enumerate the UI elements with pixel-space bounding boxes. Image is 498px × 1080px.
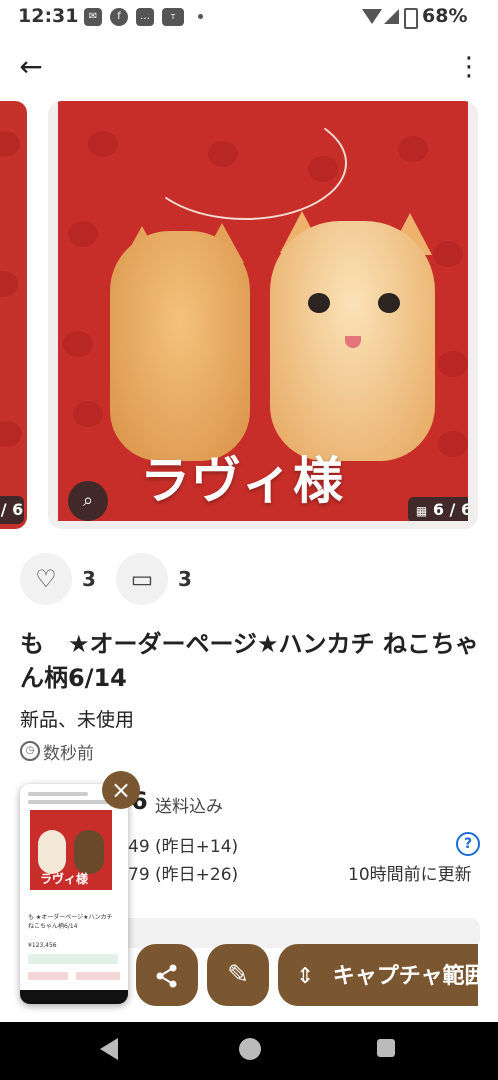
thumb-title: も ★オーダーページ★ハンカチ ねこちゃん柄6/14: [28, 914, 113, 930]
signal-icon: [384, 9, 399, 24]
share-button[interactable]: [136, 944, 198, 1006]
nav-home-icon[interactable]: [239, 1038, 261, 1060]
shipping-label: 送料込み: [155, 797, 223, 817]
notification-dot-icon: [198, 14, 203, 19]
image-caption: ラヴィ様: [140, 452, 344, 510]
edit-button[interactable]: ✎: [207, 944, 269, 1006]
comment-count: 3: [178, 567, 192, 591]
product-photo: ラヴィ様 ⌕ ▦ 6 / 6: [58, 101, 468, 521]
status-time: 12:31: [18, 5, 79, 27]
clock-icon: ◷: [20, 741, 40, 761]
like-count: 3: [82, 567, 96, 591]
kitten-eye: [378, 293, 400, 313]
item-title: も ★オーダーページ★ハンカチ ねこちゃん柄6/14: [20, 630, 479, 692]
thumb-button: [28, 972, 68, 980]
heart-icon: ♡: [35, 565, 57, 593]
paw-print-decoration: [0, 421, 22, 447]
screenshot-preview-thumbnail[interactable]: ラヴィ様 も ★オーダーページ★ハンカチ ねこちゃん柄6/14 ¥123,456: [20, 784, 128, 1004]
paw-print-decoration: [398, 136, 428, 162]
paw-print-decoration: [438, 351, 468, 377]
paw-print-decoration: [433, 241, 463, 267]
pencil-icon: ✎: [227, 960, 249, 990]
kitten-eye: [308, 293, 330, 313]
kitten-back-figure: [110, 231, 250, 461]
back-arrow-icon[interactable]: ←: [14, 52, 48, 84]
thumb-cat-figure: [74, 830, 104, 874]
item-condition: 新品、未使用: [20, 709, 135, 731]
previous-image[interactable]: [0, 101, 27, 529]
paw-print-decoration: [63, 331, 93, 357]
grid-icon: ▦: [415, 504, 428, 518]
image-counter-badge: ▦ 6 / 6: [408, 497, 468, 521]
paw-print-decoration: [73, 401, 103, 427]
thumb-status-line: [28, 792, 88, 796]
thumb-notice: [28, 954, 118, 964]
help-icon[interactable]: ?: [456, 832, 480, 856]
paw-print-decoration: [88, 131, 118, 157]
thumb-cat-figure: [38, 830, 66, 874]
capture-area-button[interactable]: ⇕ キャプチャ範囲: [278, 944, 478, 1006]
capture-area-label: キャプチャ範囲: [332, 964, 478, 989]
temu-icon: T: [162, 8, 184, 26]
battery-icon: [404, 8, 418, 29]
expand-vertical-icon: ⇕: [296, 964, 315, 989]
thumb-navbar: [20, 990, 128, 1004]
views-stat: 49 (昨日+14): [128, 837, 239, 857]
nav-back-icon[interactable]: [100, 1038, 118, 1060]
more-options-icon[interactable]: ⋮: [455, 52, 483, 84]
nav-recents-icon[interactable]: [377, 1039, 395, 1057]
paw-print-decoration: [68, 221, 98, 247]
paw-print-decoration: [438, 431, 468, 457]
image-counter-text: 6 / 6: [432, 500, 468, 519]
thumb-button: [76, 972, 120, 980]
facebook-icon: f: [110, 8, 128, 26]
paw-print-decoration: [0, 271, 18, 297]
comment-button[interactable]: ▭: [116, 553, 168, 605]
battery-percent: 68%: [422, 5, 468, 27]
product-image[interactable]: ラヴィ様 ⌕ ▦ 6 / 6: [48, 101, 478, 529]
posted-time: 数秒前: [43, 744, 94, 764]
previous-image-counter: / 6: [0, 496, 24, 524]
updated-time: 10時間前に更新: [348, 865, 472, 885]
comment-icon: ▭: [130, 565, 154, 593]
status-bar: 12:31 ✉ f … T 68%: [0, 0, 498, 36]
chat-icon: …: [136, 8, 154, 26]
close-icon: ×: [110, 776, 132, 804]
lens-search-icon[interactable]: ⌕: [68, 481, 108, 521]
likes-stat: 79 (昨日+26): [128, 865, 239, 885]
thumb-price: ¥123,456: [28, 942, 57, 949]
like-button[interactable]: ♡: [20, 553, 72, 605]
thumb-caption: ラヴィ様: [40, 872, 89, 886]
close-preview-button[interactable]: ×: [102, 771, 140, 809]
message-icon: ✉: [84, 8, 102, 26]
wifi-icon: [362, 9, 382, 24]
string-decoration: [143, 106, 347, 220]
share-icon: [156, 964, 177, 987]
paw-print-decoration: [0, 131, 20, 157]
